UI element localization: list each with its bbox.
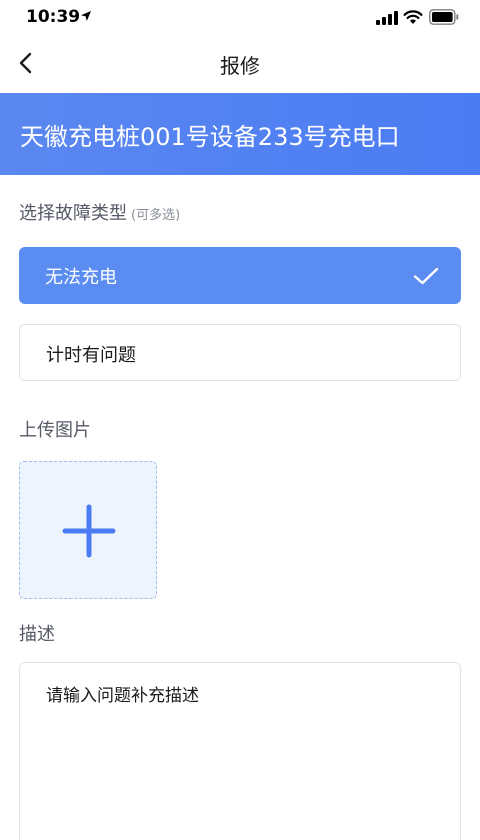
nav-bar: 报修 [0,36,480,92]
description-input[interactable] [46,681,436,831]
device-banner: 天徽充电桩001号设备233号充电口 [0,93,480,175]
plus-icon [62,504,116,558]
description-label: 描述 [19,624,55,645]
fault-option-label: 计时有问题 [46,345,136,366]
page-title: 报修 [220,54,260,78]
status-bar: 10:39 [0,0,480,36]
fault-option-timing-issue[interactable]: 计时有问题 [19,324,461,381]
upload-image-button[interactable] [19,461,157,599]
fault-type-hint: (可多选) [131,208,181,223]
location-arrow-icon [81,11,91,21]
fault-type-title: 选择故障类型 [19,203,127,224]
fault-option-no-charging[interactable]: 无法充电 [19,247,461,304]
fault-type-label: 选择故障类型 (可多选) [19,199,180,225]
status-time: 10:39 [26,7,81,27]
description-box [19,662,461,840]
check-icon [413,267,439,285]
device-name: 天徽充电桩001号设备233号充电口 [20,123,400,151]
upload-label: 上传图片 [19,420,91,441]
signal-icon [376,11,398,25]
wifi-icon [403,10,423,24]
fault-option-label: 无法充电 [45,267,117,288]
battery-icon [429,9,459,25]
